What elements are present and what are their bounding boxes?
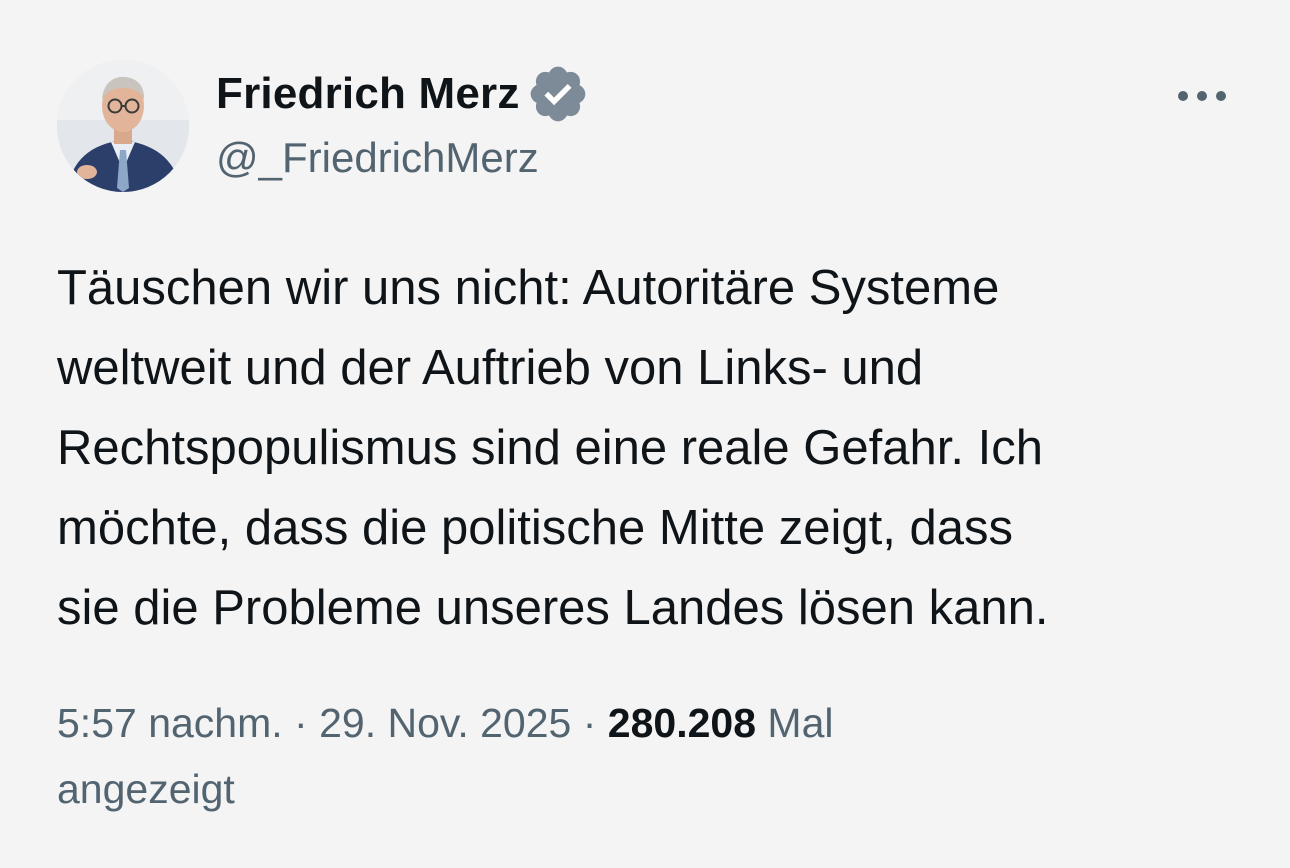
tweet-card: Friedrich Merz @_FriedrichMerz Täuschen … — [0, 0, 1290, 868]
tweet-metadata: 5:57 nachm. · 29. Nov. 2025 · 280.208 Ma… — [57, 690, 1237, 822]
avatar[interactable] — [57, 60, 189, 192]
tweet-date[interactable]: 29. Nov. 2025 — [319, 700, 571, 746]
tweet-text-line: sie die Probleme unseres Landes lösen ka… — [57, 581, 1049, 635]
meta-separator: · — [294, 700, 320, 746]
author-name-row[interactable]: Friedrich Merz — [216, 66, 590, 122]
author-handle[interactable]: @_FriedrichMerz — [216, 134, 539, 182]
meta-row: 5:57 nachm. · 29. Nov. 2025 · 280.208 Ma… — [57, 690, 1237, 756]
views-count[interactable]: 280.208 — [608, 700, 756, 746]
views-label: Mal — [767, 700, 834, 746]
tweet-text-line: möchte, dass die politische Mitte zeigt,… — [57, 501, 1013, 555]
views-label-continued: angezeigt — [57, 766, 235, 812]
tweet-text-line: weltweit und der Auftrieb von Links- und — [57, 341, 924, 395]
display-name[interactable]: Friedrich Merz — [216, 69, 520, 119]
tweet-text: Täuschen wir uns nicht: Autoritäre Syste… — [57, 248, 1247, 648]
more-options-icon[interactable] — [1172, 78, 1232, 114]
profile-photo-icon — [57, 60, 189, 192]
meta-separator: · — [582, 700, 608, 746]
verified-badge-icon[interactable] — [526, 62, 590, 126]
tweet-time[interactable]: 5:57 nachm. — [57, 700, 283, 746]
tweet-text-line: Täuschen wir uns nicht: Autoritäre Syste… — [57, 261, 1000, 315]
tweet-text-line: Rechtspopulismus sind eine reale Gefahr.… — [57, 421, 1043, 475]
